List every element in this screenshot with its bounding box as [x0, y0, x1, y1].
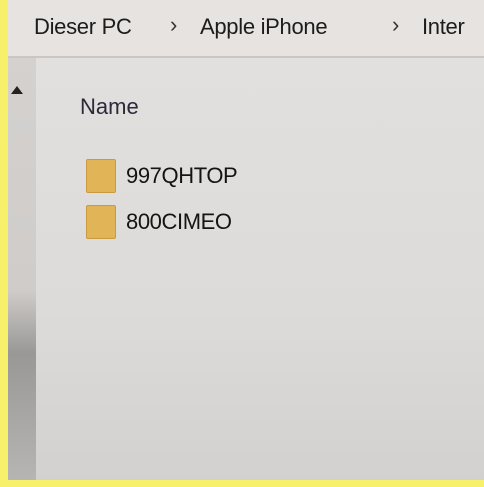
breadcrumb: › Dieser PC › Apple iPhone › Inter — [8, 0, 484, 58]
breadcrumb-item-this-pc[interactable]: Dieser PC — [34, 14, 132, 40]
folder-icon — [86, 159, 116, 193]
breadcrumb-item-internal-storage[interactable]: Inter — [422, 14, 465, 40]
scroll-up-arrow-icon[interactable] — [11, 86, 23, 94]
list-item[interactable]: 800CIMEO — [86, 204, 232, 240]
explorer-window: › Dieser PC › Apple iPhone › Inter Name … — [8, 0, 484, 480]
file-list: Name 997QHTOP 800CIMEO — [36, 58, 484, 480]
column-header-name[interactable]: Name — [80, 94, 139, 120]
folder-icon — [86, 205, 116, 239]
folder-name: 800CIMEO — [126, 209, 232, 234]
list-item[interactable]: 997QHTOP — [86, 158, 238, 194]
chevron-right-icon[interactable]: › — [392, 12, 399, 38]
folder-name: 997QHTOP — [126, 163, 238, 188]
breadcrumb-item-apple-iphone[interactable]: Apple iPhone — [200, 14, 328, 40]
navigation-pane[interactable] — [8, 58, 36, 480]
chevron-right-icon[interactable]: › — [170, 12, 177, 38]
